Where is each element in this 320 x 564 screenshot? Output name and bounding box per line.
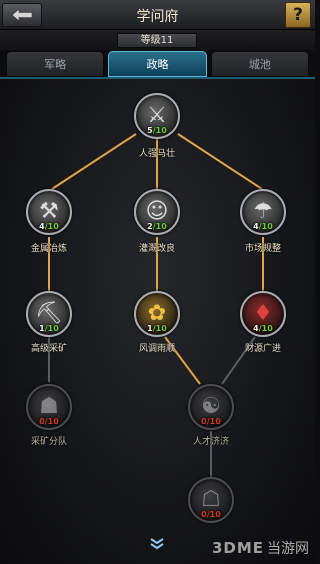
level-badge: 等级11 xyxy=(117,33,197,48)
scholar-icon: ☯ xyxy=(201,394,221,419)
node-weather[interactable]: ✿ 1/10 xyxy=(134,291,180,337)
node-wealth[interactable]: ♦ 4/10 xyxy=(240,291,286,337)
node-label-talent: 人才济济 xyxy=(192,437,229,447)
node-count: 2/10 xyxy=(147,222,167,231)
node-count: 0/10 xyxy=(201,510,221,519)
warrior-portrait-icon: ⚔ xyxy=(147,103,167,128)
node-count: 4/10 xyxy=(39,222,59,231)
node-label-mining: 高级采矿 xyxy=(30,344,67,354)
money-bag-icon: ♦ xyxy=(253,301,273,326)
watermark-logo: 3DME xyxy=(211,539,264,557)
help-button[interactable]: ? xyxy=(285,2,311,28)
node-label-mining-team: 采矿分队 xyxy=(30,437,67,447)
watermark-text: 当游网 xyxy=(267,541,309,557)
node-label-wealth: 财源广进 xyxy=(244,344,281,354)
node-count: 0/10 xyxy=(201,417,221,426)
node-mining-team[interactable]: ☗ 0/10 xyxy=(26,384,72,430)
node-metal[interactable]: ⚒ 4/10 xyxy=(26,189,72,235)
tab-city[interactable]: 城池 xyxy=(210,51,309,77)
node-mining[interactable]: ⛏ 1/10 xyxy=(26,291,72,337)
node-count: 5/10 xyxy=(147,126,167,135)
node-irrigation[interactable]: ☺ 2/10 xyxy=(134,189,180,235)
smelting-icon: ⚒ xyxy=(39,199,59,224)
node-count: 1/10 xyxy=(147,324,167,333)
farmer-icon: ☺ xyxy=(145,199,169,224)
wheat-icon: ✿ xyxy=(147,301,167,326)
double-chevron-down-icon[interactable] xyxy=(148,537,166,551)
page-title: 学问府 xyxy=(136,9,179,25)
tab-military[interactable]: 军略 xyxy=(6,51,105,77)
node-market[interactable]: ☂ 4/10 xyxy=(240,189,286,235)
robed-figure-icon: ☖ xyxy=(201,487,221,512)
node-label-market: 市场规整 xyxy=(244,244,281,254)
node-label-weather: 风调雨顺 xyxy=(138,344,175,354)
node-talent[interactable]: ☯ 0/10 xyxy=(188,384,234,430)
node-count: 4/10 xyxy=(253,222,273,231)
node-count: 4/10 xyxy=(253,324,273,333)
node-label-people: 人强马壮 xyxy=(138,149,175,159)
watermark: 3DME 当游网 xyxy=(212,538,309,558)
miner-team-icon: ☗ xyxy=(39,394,59,419)
link-people-market xyxy=(177,133,263,190)
mining-icon: ⛏ xyxy=(35,301,63,326)
node-count: 1/10 xyxy=(39,324,59,333)
link-people-metal xyxy=(51,133,137,190)
node-people[interactable]: ⚔ 5/10 xyxy=(134,93,180,139)
node-label-metal: 金属冶炼 xyxy=(30,244,67,254)
research-tree-panel: ⚔ 5/10 人强马壮 ⚒ 4/10 金属冶炼 ☺ 2/10 灌溉改良 ☂ 4/… xyxy=(0,77,315,564)
market-stall-icon: ☂ xyxy=(253,199,273,224)
top-bar: 学问府 ? xyxy=(0,0,315,30)
node-label-irrigation: 灌溉改良 xyxy=(138,244,175,254)
node-count: 0/10 xyxy=(39,417,59,426)
tab-politics[interactable]: 政略 xyxy=(108,51,207,77)
tab-bar: 军略 政略 城池 xyxy=(6,51,309,77)
level-strip: 等级11 xyxy=(0,30,315,50)
node-bottom[interactable]: ☖ 0/10 xyxy=(188,477,234,523)
